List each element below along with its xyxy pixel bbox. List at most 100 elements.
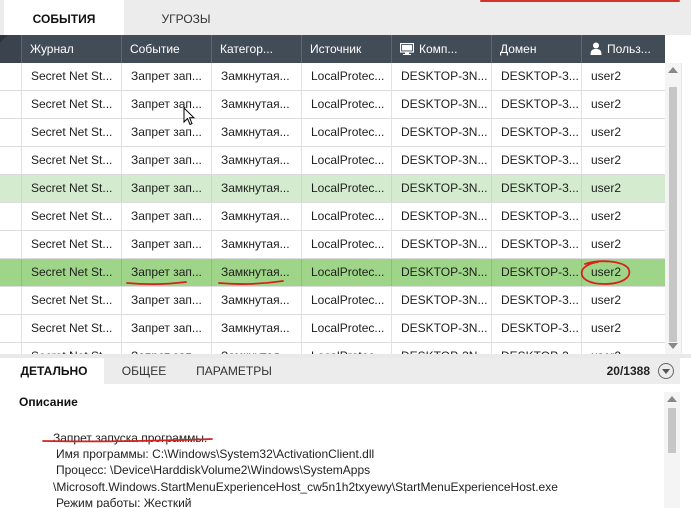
table-row[interactable]: Secret Net St...Запрет зап...Замкнутая..… [0,91,665,119]
cell-journal: Secret Net St... [21,231,121,258]
cell-source: LocalProtec... [301,343,391,354]
tab-general[interactable]: ОБЩЕЕ [104,358,184,384]
cell-user: user2 [581,203,665,230]
cell-journal: Secret Net St... [21,63,121,90]
cell-domain: DESKTOP-3... [491,231,581,258]
cell-category: Замкнутая... [211,259,301,286]
cell-user: user2 [581,175,665,202]
tab-threats[interactable]: УГРОЗЫ [124,0,248,35]
table-row[interactable]: Secret Net St...Запрет зап...Замкнутая..… [0,231,665,259]
detail-panel: Описание Запрет запуска программы. Имя п… [4,384,680,508]
column-label: Журнал [30,42,74,56]
cell-category: Замкнутая... [211,175,301,202]
accent-underline [480,0,680,2]
table-row[interactable]: Secret Net St...Запрет зап...Замкнутая..… [0,343,665,354]
cell-domain: DESKTOP-3... [491,119,581,146]
detail-vertical-scrollbar[interactable] [664,392,680,508]
column-header-event[interactable]: Событие [121,35,211,63]
cell-computer: DESKTOP-3N... [391,259,491,286]
grid-vertical-scrollbar[interactable] [665,63,681,354]
table-row[interactable]: Secret Net St...Запрет зап...Замкнутая..… [0,287,665,315]
cell-category: Замкнутая... [211,63,301,90]
cell-computer: DESKTOP-3N... [391,147,491,174]
column-label: Польз... [607,42,651,56]
description-line-4: \Microsoft.Windows.StartMenuExperienceHo… [53,480,558,494]
cell-source: LocalProtec... [301,315,391,342]
description-line-5: Режим работы: Жесткий [56,496,192,508]
description-line-2: Имя программы: C:\Windows\System32\Activ… [56,447,375,461]
cell-event: Запрет зап... [121,91,211,118]
table-row[interactable]: Secret Net St...Запрет зап...Замкнутая..… [0,259,665,287]
cell-journal: Secret Net St... [21,259,121,286]
cell-source: LocalProtec... [301,175,391,202]
cell-category: Замкнутая... [211,231,301,258]
description-line-3: Процесс: \Device\HarddiskVolume2\Windows… [56,463,371,477]
cell-event: Запрет зап... [121,175,211,202]
column-label: Домен [500,42,537,56]
user-icon [590,42,602,55]
table-row[interactable]: Secret Net St...Запрет зап...Замкнутая..… [0,203,665,231]
column-label: Комп... [419,42,458,56]
cell-category: Замкнутая... [211,315,301,342]
cell-user: user2 [581,231,665,258]
events-grid: Журнал Событие Категор... Источник Комп.… [0,35,691,354]
cell-user: user2 [581,259,665,286]
table-row[interactable]: Secret Net St...Запрет зап...Замкнутая..… [0,119,665,147]
cell-computer: DESKTOP-3N... [391,175,491,202]
main-tabbar: СОБЫТИЯ УГРОЗЫ [0,0,691,35]
cell-domain: DESKTOP-3... [491,259,581,286]
table-row[interactable]: Secret Net St...Запрет зап...Замкнутая..… [0,315,665,343]
scroll-down-arrow-icon[interactable] [668,343,678,349]
cell-user: user2 [581,315,665,342]
cell-computer: DESKTOP-3N... [391,119,491,146]
cell-journal: Secret Net St... [21,287,121,314]
grid-rows: Secret Net St... Запрет зап... Замкнутая..… [0,63,665,354]
cell-journal: Secret Net St... [21,91,121,118]
select-all-corner[interactable] [0,35,21,63]
cell-source: LocalProtec... [301,203,391,230]
grid-header: Журнал Событие Категор... Источник Комп.… [0,35,665,63]
column-header-journal[interactable]: Журнал [21,35,121,63]
cell-journal: Secret Net St... [21,119,121,146]
cell-event: Запрет зап... [121,147,211,174]
cell-source: LocalProtec... [301,259,391,286]
cell-event: Запрет зап... [121,343,211,354]
column-header-computer[interactable]: Комп... [391,35,491,63]
cell-journal: Secret Net St... [21,175,121,202]
column-header-domain[interactable]: Домен [491,35,581,63]
scroll-thumb[interactable] [668,408,676,453]
column-header-source[interactable]: Источник [301,35,391,63]
detail-tabbar: ДЕТАЛЬНО ОБЩЕЕ ПАРАМЕТРЫ 20/1388 [4,358,680,384]
cell-journal: Secret Net St... [21,203,121,230]
cell-source: LocalProtec... [301,119,391,146]
table-row[interactable]: Secret Net St...Запрет зап...Замкнутая..… [0,147,665,175]
cell-source: LocalProtec... [301,91,391,118]
cell-computer: DESKTOP-3N... [391,231,491,258]
cell-user: user2 [581,91,665,118]
cell-event: Запрет зап... [121,287,211,314]
cell-category: Замкнутая... [211,203,301,230]
scroll-up-arrow-icon[interactable] [668,67,678,73]
cell-user: user2 [581,343,665,354]
cell-computer: DESKTOP-3N... [391,287,491,314]
column-header-user[interactable]: Польз... [581,35,665,63]
cell-computer: DESKTOP-3N... [391,203,491,230]
cell-event: Запрет зап... [121,315,211,342]
scroll-up-arrow-icon[interactable] [667,396,677,402]
table-row[interactable]: Secret Net St...Запрет зап...Замкнутая..… [0,63,665,91]
monitor-icon [399,42,415,55]
cell-computer: DESKTOP-3N... [391,315,491,342]
cell-user: user2 [581,63,665,90]
cell-domain: DESKTOP-3... [491,63,581,90]
tab-parameters[interactable]: ПАРАМЕТРЫ [184,358,284,384]
column-label: Источник [310,42,362,56]
mouse-cursor-icon [183,107,195,126]
cell-computer: DESKTOP-3N... [391,63,491,90]
column-header-category[interactable]: Категор... [211,35,301,63]
collapse-chevron-icon[interactable] [658,363,674,379]
tab-events[interactable]: СОБЫТИЯ [4,0,124,35]
table-row[interactable]: Secret Net St...Запрет зап...Замкнутая..… [0,175,665,203]
cell-journal: Secret Net St... [21,315,121,342]
scroll-thumb[interactable] [669,87,677,342]
tab-detail[interactable]: ДЕТАЛЬНО [4,358,104,384]
